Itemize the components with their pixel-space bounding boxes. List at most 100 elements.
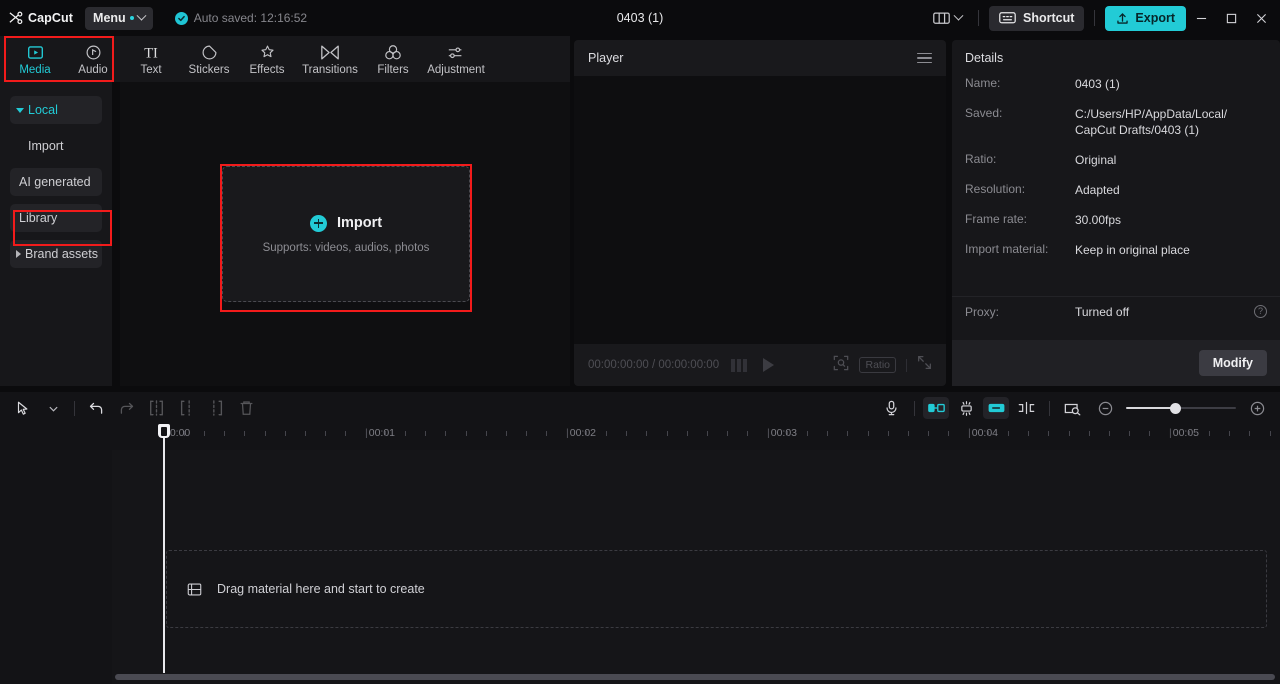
sidebar-item-local[interactable]: Local — [10, 96, 102, 124]
frame-strip-icon[interactable] — [731, 358, 748, 372]
filters-circles-icon — [384, 42, 402, 61]
minimize-button[interactable] — [1186, 3, 1216, 33]
ruler-tick — [907, 431, 909, 436]
modify-button[interactable]: Modify — [1198, 350, 1267, 376]
details-panel: Details Name: 0403 (1) Saved: C:/Users/H… — [952, 40, 1280, 386]
divider — [906, 358, 907, 372]
sidebar-item-ai-generated[interactable]: AI generated — [10, 168, 102, 196]
import-title: Import — [336, 215, 383, 231]
capcut-window: CapCut Menu Auto saved: 12:16:52 Shortcu… — [0, 0, 1280, 684]
sidebar-item-library[interactable]: Library — [10, 204, 102, 232]
split-icon — [149, 400, 163, 416]
split-button[interactable] — [141, 395, 171, 421]
record-voiceover-button[interactable] — [876, 395, 906, 421]
tab-transitions[interactable]: Transitions — [296, 42, 364, 76]
tab-label: Adjustment — [427, 64, 485, 76]
sidebar-item-label: Library — [19, 211, 58, 225]
zoom-knob[interactable] — [1170, 402, 1181, 414]
help-circle-icon[interactable]: ? — [1254, 305, 1267, 318]
magnet-snap-button[interactable] — [951, 395, 981, 421]
plus-circle-icon — [1250, 401, 1264, 415]
trim-left-button[interactable] — [171, 395, 201, 421]
timeline-ruler[interactable]: 00:00 |00:01 |00:02 |00:03 |00:04 |00:05 — [112, 424, 1280, 450]
layout-button[interactable] — [927, 8, 968, 29]
menu-button[interactable]: Menu — [85, 6, 153, 30]
tab-label: Audio — [78, 64, 108, 76]
close-button[interactable] — [1246, 3, 1276, 33]
play-icon[interactable] — [763, 358, 775, 372]
select-tool-button[interactable] — [8, 395, 38, 421]
tab-stickers[interactable]: Stickers — [180, 42, 238, 76]
trash-icon — [240, 401, 252, 415]
import-dropzone[interactable]: Import Supports: videos, audios, photos — [222, 166, 470, 302]
row-value: Turned off — [1075, 304, 1130, 319]
ruler-tick — [545, 431, 547, 436]
tab-adjustment[interactable]: Adjustment — [422, 42, 490, 76]
preview-render-button[interactable] — [1058, 395, 1088, 421]
import-row: Import — [309, 214, 383, 232]
export-button[interactable]: Export — [1105, 5, 1186, 31]
timeline-playhead[interactable] — [157, 424, 170, 673]
split-marker-button[interactable] — [1011, 395, 1041, 421]
trim-left-icon — [180, 400, 190, 416]
shortcut-button[interactable]: Shortcut — [989, 5, 1085, 31]
timeline-dropzone[interactable]: Drag material here and start to create — [166, 550, 1267, 628]
ruler-tick — [1128, 431, 1130, 436]
player-panel: Player 00:00:00:00 / 00:00:00:00 Ratio — [574, 40, 946, 386]
tab-media[interactable]: Media — [6, 42, 64, 76]
panel-tab-strip: Media Audio TI Text Stickers Effects Tra… — [0, 36, 570, 82]
media-sidebar: Local Import AI generated Library Brand … — [0, 82, 112, 386]
ruler-tick — [344, 431, 346, 436]
tab-audio[interactable]: Audio — [64, 42, 122, 76]
ruler-tick — [1148, 431, 1150, 436]
ruler-tick — [1048, 431, 1050, 436]
ruler-tick — [1209, 431, 1211, 436]
ruler-tick — [485, 431, 487, 436]
ruler-tick — [1189, 431, 1191, 436]
sidebar-item-import[interactable]: Import — [10, 132, 102, 160]
tab-text[interactable]: TI Text — [122, 42, 180, 76]
media-play-icon — [27, 42, 44, 61]
zoom-out-button[interactable] — [1090, 395, 1120, 421]
redo-button[interactable] — [111, 395, 141, 421]
delete-button[interactable] — [231, 395, 261, 421]
tool-dropdown-button[interactable] — [38, 395, 68, 421]
hamburger-menu-icon[interactable] — [917, 50, 932, 67]
zoom-to-fit-icon[interactable] — [833, 355, 849, 376]
minimize-icon — [1196, 17, 1206, 19]
zoom-slider[interactable] — [1126, 400, 1236, 416]
ruler-tick — [706, 431, 708, 436]
ruler-tick — [1108, 431, 1110, 436]
keyboard-icon — [999, 12, 1016, 24]
playhead-handle[interactable] — [157, 424, 170, 438]
cursor-icon — [17, 401, 27, 415]
sidebar-item-brand-assets[interactable]: Brand assets — [10, 240, 102, 268]
fullscreen-icon[interactable] — [917, 355, 932, 375]
row-value: 0403 (1) — [1075, 77, 1120, 91]
details-row-import-material: Import material: Keep in original place — [952, 242, 1280, 258]
link-clips-icon — [927, 403, 945, 413]
microphone-icon — [885, 400, 897, 416]
row-label: Resolution: — [965, 182, 1026, 196]
preview-render-icon — [1064, 403, 1081, 415]
ruler-tick — [726, 431, 728, 436]
ratio-button[interactable]: Ratio — [859, 357, 896, 373]
ruler-tick — [1028, 431, 1030, 436]
zoom-track[interactable] — [1126, 400, 1236, 416]
timeline-horizontal-scrollbar[interactable] — [115, 674, 1275, 680]
tab-effects[interactable]: Effects — [238, 42, 296, 76]
player-canvas[interactable] — [574, 76, 946, 344]
tab-filters[interactable]: Filters — [364, 42, 422, 76]
maximize-button[interactable] — [1216, 3, 1246, 33]
zoom-in-button[interactable] — [1242, 395, 1272, 421]
ruler-tick — [1008, 431, 1010, 436]
plus-circle-icon — [309, 214, 327, 232]
chevron-down-icon — [953, 10, 964, 21]
undo-button[interactable] — [81, 395, 111, 421]
ruler-tick — [807, 431, 809, 436]
trim-right-button[interactable] — [201, 395, 231, 421]
link-clips-button[interactable] — [923, 397, 949, 419]
auto-attach-icon — [988, 403, 1004, 413]
timeline-tracks[interactable]: Drag material here and start to create — [112, 450, 1280, 684]
auto-attach-button[interactable] — [983, 397, 1009, 419]
